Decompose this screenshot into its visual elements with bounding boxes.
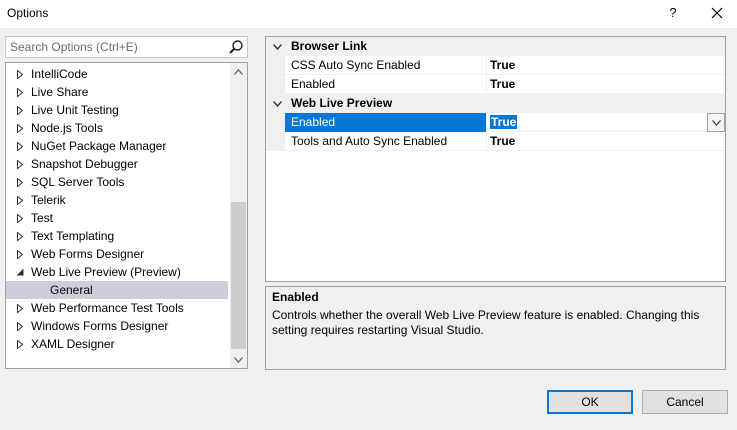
title-bar: Options ?	[0, 0, 737, 28]
tree-item-label: Text Templating	[31, 229, 115, 243]
chevron-down-icon	[711, 119, 721, 126]
ok-button[interactable]: OK	[547, 390, 633, 414]
tree-item-label: Web Forms Designer	[31, 247, 145, 261]
tree-item-label: Test	[31, 211, 54, 225]
tree-item-nuget-package-manager[interactable]: NuGet Package Manager	[6, 137, 228, 155]
tree-scrollbar[interactable]	[230, 63, 247, 368]
dropdown-button[interactable]	[707, 113, 725, 132]
search-icon[interactable]	[228, 39, 244, 55]
cancel-button[interactable]: Cancel	[642, 390, 728, 414]
tree-item-label: XAML Designer	[31, 337, 115, 351]
tree-item-text-templating[interactable]: Text Templating	[6, 227, 228, 245]
help-button[interactable]: ?	[660, 2, 686, 24]
category-web-live-preview[interactable]: Web Live Preview	[266, 94, 725, 113]
property-value[interactable]: True	[488, 132, 515, 151]
expand-arrow-icon[interactable]	[15, 155, 25, 173]
tree-item-xaml-designer[interactable]: XAML Designer	[6, 335, 228, 353]
expand-arrow-icon[interactable]	[15, 245, 25, 263]
category-browser-link[interactable]: Browser Link	[266, 37, 725, 56]
tree-item-live-share[interactable]: Live Share	[6, 83, 228, 101]
property-name: Tools and Auto Sync Enabled	[285, 132, 487, 151]
property-value-select[interactable]: True	[488, 113, 518, 132]
description-panel: Enabled Controls whether the overall Web…	[265, 286, 726, 370]
expand-arrow-icon[interactable]	[15, 173, 25, 191]
expand-arrow-icon[interactable]	[15, 191, 25, 209]
tree-item-live-unit-testing[interactable]: Live Unit Testing	[6, 101, 228, 119]
property-row-browser-link-enabled[interactable]: Enabled True	[266, 75, 725, 94]
chevron-down-icon[interactable]	[271, 37, 283, 56]
tree-item-label: Node.js Tools	[31, 121, 103, 135]
expand-arrow-icon[interactable]	[15, 137, 25, 155]
tree-item-general[interactable]: General	[6, 281, 228, 299]
tree-item-label: Telerik	[31, 193, 66, 207]
tree-item-telerik[interactable]: Telerik	[6, 191, 228, 209]
row-gutter	[266, 113, 285, 132]
chevron-down-icon[interactable]	[271, 94, 283, 113]
collapse-arrow-icon[interactable]	[15, 263, 25, 281]
tree-item-label: SQL Server Tools	[31, 175, 125, 189]
search-input[interactable]	[6, 37, 221, 57]
property-name: CSS Auto Sync Enabled	[285, 56, 487, 75]
property-name: Enabled	[285, 75, 487, 94]
scroll-thumb[interactable]	[231, 202, 246, 349]
row-gutter	[266, 132, 285, 151]
selected-value-text: True	[490, 115, 518, 129]
expand-arrow-icon[interactable]	[15, 317, 25, 335]
expand-arrow-icon[interactable]	[15, 209, 25, 227]
expand-arrow-icon[interactable]	[15, 299, 25, 317]
tree-item-label: Snapshot Debugger	[31, 157, 138, 171]
tree-item-label: Web Live Preview (Preview)	[31, 265, 181, 279]
tree-item-label: Windows Forms Designer	[31, 319, 169, 333]
tree-item-label: Live Unit Testing	[31, 103, 119, 117]
expand-arrow-icon[interactable]	[15, 119, 25, 137]
scroll-up-icon[interactable]	[230, 63, 247, 80]
expand-arrow-icon[interactable]	[15, 335, 25, 353]
close-icon	[711, 7, 723, 19]
expand-arrow-icon[interactable]	[15, 65, 25, 83]
tree-item-snapshot-debugger[interactable]: Snapshot Debugger	[6, 155, 228, 173]
row-gutter	[266, 56, 285, 75]
tree-item-windows-forms-designer[interactable]: Windows Forms Designer	[6, 317, 228, 335]
tree-item-web-live-preview[interactable]: Web Live Preview (Preview)	[6, 263, 228, 281]
description-text: Controls whether the overall Web Live Pr…	[272, 308, 700, 337]
tree-item-web-forms-designer[interactable]: Web Forms Designer	[6, 245, 228, 263]
property-value[interactable]: True	[488, 56, 515, 75]
scroll-down-icon[interactable]	[230, 351, 247, 368]
tree-item-label: Live Share	[31, 85, 89, 99]
property-row-web-live-preview-enabled[interactable]: Enabled True	[266, 113, 725, 132]
property-value[interactable]: True	[488, 75, 515, 94]
tree-item-label: Web Performance Test Tools	[31, 301, 184, 315]
description-title: Enabled	[272, 290, 319, 304]
tree-item-nodejs-tools[interactable]: Node.js Tools	[6, 119, 228, 137]
tree-item-label: General	[50, 283, 93, 297]
category-label: Browser Link	[291, 39, 368, 53]
expand-arrow-icon[interactable]	[15, 227, 25, 245]
property-row-tools-auto-sync[interactable]: Tools and Auto Sync Enabled True	[266, 132, 725, 151]
expand-arrow-icon[interactable]	[15, 83, 25, 101]
property-row-css-auto-sync[interactable]: CSS Auto Sync Enabled True	[266, 56, 725, 75]
expand-arrow-icon[interactable]	[15, 101, 25, 119]
tree-item-web-performance-test-tools[interactable]: Web Performance Test Tools	[6, 299, 228, 317]
tree-item-sql-server-tools[interactable]: SQL Server Tools	[6, 173, 228, 191]
window-title: Options	[7, 6, 49, 20]
tree-item-test[interactable]: Test	[6, 209, 228, 227]
row-gutter	[266, 75, 285, 94]
tree-item-label: IntelliCode	[31, 67, 88, 81]
options-tree[interactable]: IntelliCode Live Share Live Unit Testing…	[5, 62, 248, 369]
category-label: Web Live Preview	[291, 96, 393, 110]
property-grid[interactable]: Browser Link CSS Auto Sync Enabled True …	[265, 36, 726, 282]
property-name: Enabled	[285, 113, 487, 132]
tree-item-intellicode[interactable]: IntelliCode	[6, 65, 228, 83]
search-box[interactable]	[5, 36, 248, 58]
tree-item-label: NuGet Package Manager	[31, 139, 167, 153]
close-button[interactable]	[702, 2, 732, 24]
